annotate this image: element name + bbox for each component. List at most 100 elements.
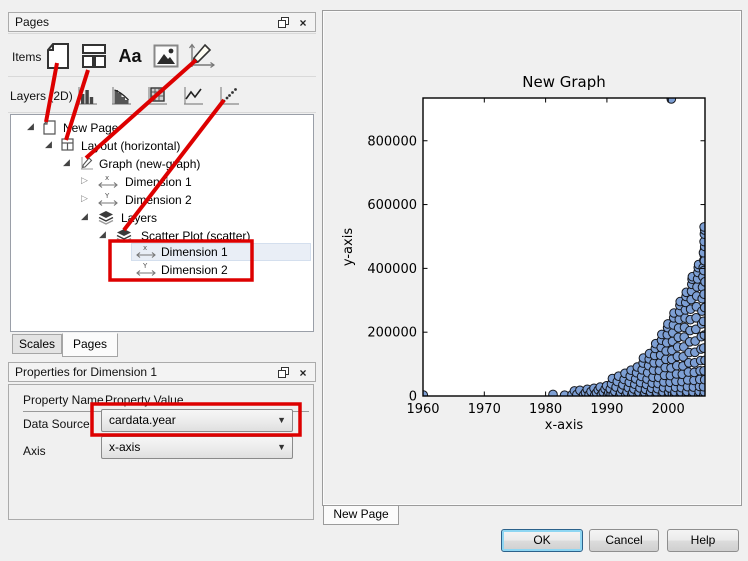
- page-tree: ◢ New Page ◢ Layout (horizontal) ◢ Graph…: [10, 114, 314, 332]
- graph-canvas[interactable]: 1960197019801990200002000004000006000008…: [324, 12, 740, 504]
- tree-item-dimension-1[interactable]: ▷ x Dimension 1: [11, 173, 313, 191]
- data-source-value: cardata.year: [109, 413, 176, 427]
- layout-icon: [61, 138, 74, 151]
- add-image-button[interactable]: [152, 43, 180, 69]
- x-axis-label: x-axis: [545, 418, 584, 433]
- ok-button[interactable]: OK: [501, 529, 583, 552]
- axis-combobox[interactable]: x-axis ▼: [101, 436, 293, 459]
- dialog-window: Pages × Items Aa: [0, 0, 748, 561]
- expander-expanded-icon[interactable]: ◢: [99, 229, 106, 240]
- float-dock-icon[interactable]: [275, 15, 291, 30]
- property-label-axis: Axis: [23, 440, 46, 463]
- tree-item-graph[interactable]: ◢ Graph (new-graph): [11, 155, 313, 173]
- close-dock-icon[interactable]: ×: [295, 365, 311, 380]
- tree-item-label: Dimension 2: [125, 193, 192, 207]
- x-tick-label: 1980: [529, 402, 562, 417]
- add-scatter-plot-button[interactable]: [216, 83, 242, 109]
- help-button[interactable]: Help: [667, 529, 739, 552]
- canvas-page-tab-label: New Page: [333, 507, 388, 521]
- line-plot-icon: [181, 84, 205, 108]
- pages-dock-titlebar: Pages ×: [8, 12, 316, 32]
- add-layout-button[interactable]: [80, 41, 108, 71]
- layers-icon: [98, 210, 114, 226]
- tree-item-label: Layout (horizontal): [81, 139, 180, 153]
- column-header-value: Property Value: [105, 393, 184, 407]
- tab-label: Scales: [19, 337, 55, 351]
- float-dock-icon[interactable]: [275, 365, 291, 380]
- pages-dock-title: Pages: [15, 15, 49, 29]
- text-icon: Aa: [118, 46, 141, 67]
- tab-pages[interactable]: Pages: [62, 333, 118, 357]
- page-icon: [45, 42, 71, 70]
- layout-icon: [81, 43, 107, 69]
- tree-item-dimension-2[interactable]: ▷ Y Dimension 2: [11, 191, 313, 209]
- add-line-plot-button[interactable]: [180, 83, 206, 109]
- y-dimension-icon: Y: [97, 192, 119, 207]
- close-dock-icon[interactable]: ×: [295, 15, 311, 30]
- properties-panel: Property Name Property Value Data Source…: [8, 384, 314, 520]
- tree-item-label: Dimension 1: [161, 245, 228, 259]
- tree-item-new-page[interactable]: ◢ New Page: [11, 119, 313, 137]
- tree-item-label: Dimension 2: [161, 263, 228, 277]
- axis-value: x-axis: [109, 440, 140, 454]
- scatter-plot-icon: [217, 84, 241, 108]
- x-tick-label: 1970: [468, 402, 501, 417]
- chevron-down-icon: ▼: [277, 410, 286, 431]
- column-header-name: Property Name: [23, 393, 104, 407]
- x-dimension-icon: x: [135, 244, 157, 259]
- float-icon: [277, 366, 290, 379]
- tree-item-scatter-dimension-1[interactable]: x Dimension 1: [11, 243, 313, 261]
- image-plot-icon: [145, 84, 169, 108]
- tree-item-scatter-dimension-2[interactable]: Y Dimension 2: [11, 261, 313, 279]
- tree-item-label: Scatter Plot (scatter): [141, 229, 250, 243]
- expander-expanded-icon[interactable]: ◢: [45, 139, 52, 150]
- page-icon: [43, 120, 56, 135]
- items-toolbar-label: Items: [12, 50, 41, 64]
- expander-collapsed-icon[interactable]: ▷: [81, 175, 88, 186]
- svg-text:Y: Y: [142, 262, 148, 270]
- cancel-button[interactable]: Cancel: [589, 529, 659, 552]
- y-tick-label: 400000: [367, 262, 417, 277]
- add-text-button[interactable]: Aa: [114, 43, 146, 69]
- svg-text:x: x: [105, 174, 109, 182]
- ok-button-label: OK: [533, 533, 550, 547]
- y-tick-label: 0: [409, 390, 417, 405]
- float-icon: [277, 16, 290, 29]
- expander-expanded-icon[interactable]: ◢: [27, 121, 34, 132]
- tree-item-label: New Page: [63, 121, 118, 135]
- add-histogram-button[interactable]: [108, 83, 134, 109]
- x-tick-label: 2000: [652, 402, 685, 417]
- data-source-combobox[interactable]: cardata.year ▼: [101, 409, 293, 432]
- graph-pencil-icon: [186, 41, 216, 71]
- x-tick-label: 1990: [590, 402, 623, 417]
- tab-scales[interactable]: Scales: [12, 334, 62, 354]
- properties-dock-title: Properties for Dimension 1: [15, 365, 157, 379]
- add-graph-button[interactable]: [186, 40, 216, 72]
- add-bar-chart-button[interactable]: [74, 83, 100, 109]
- tree-item-layout[interactable]: ◢ Layout (horizontal): [11, 137, 313, 155]
- layers-icon: [116, 228, 132, 244]
- add-page-button[interactable]: [44, 41, 72, 71]
- property-label-data-source: Data Source: [23, 413, 90, 436]
- svg-text:Y: Y: [104, 192, 110, 200]
- chart-title: New Graph: [522, 73, 606, 91]
- image-icon: [153, 44, 179, 68]
- tree-item-label: Graph (new-graph): [99, 157, 200, 171]
- expander-expanded-icon[interactable]: ◢: [63, 157, 70, 168]
- histogram-icon: [109, 84, 133, 108]
- properties-dock-titlebar: Properties for Dimension 1 ×: [8, 362, 316, 382]
- canvas-page-tab[interactable]: New Page: [323, 506, 399, 525]
- tree-item-label: Layers: [121, 211, 157, 225]
- tree-item-label: Dimension 1: [125, 175, 192, 189]
- tree-item-layers[interactable]: ◢ Layers: [11, 209, 313, 227]
- y-axis-label: y-axis: [341, 228, 356, 266]
- expander-collapsed-icon[interactable]: ▷: [81, 193, 88, 204]
- y-tick-label: 600000: [367, 198, 417, 213]
- add-image-plot-button[interactable]: [144, 83, 170, 109]
- plot-canvas-panel: 1960197019801990200002000004000006000008…: [322, 10, 742, 506]
- tab-label: Pages: [73, 337, 107, 351]
- y-tick-label: 200000: [367, 326, 417, 341]
- expander-expanded-icon[interactable]: ◢: [81, 211, 88, 222]
- chevron-down-icon: ▼: [277, 437, 286, 458]
- help-button-label: Help: [691, 533, 716, 547]
